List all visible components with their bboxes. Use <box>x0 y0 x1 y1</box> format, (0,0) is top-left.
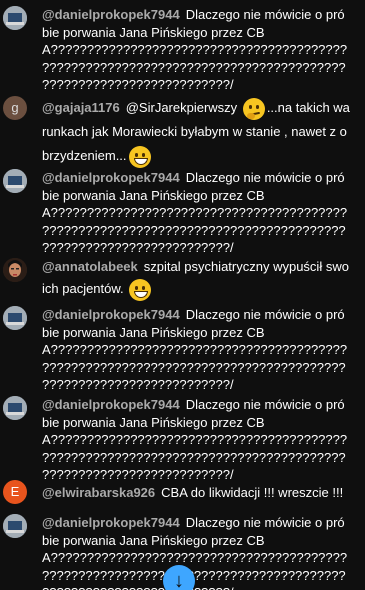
avatar-photo[interactable] <box>3 258 27 282</box>
avatar-laptop-icon[interactable] <box>3 514 27 538</box>
author-name[interactable]: @gajaja1176 <box>42 100 120 115</box>
avatar-laptop-icon[interactable] <box>3 396 27 420</box>
avatar-laptop-icon[interactable] <box>3 306 27 330</box>
author-name[interactable]: @annatolabeek <box>42 259 138 274</box>
avatar-letter: E <box>10 484 20 499</box>
avatar-laptop-icon[interactable] <box>3 6 27 30</box>
author-name[interactable]: @danielprokopek7944 <box>42 397 180 412</box>
chat-message: @danielprokopek7944 Dlaczego nie mówicie … <box>0 163 365 255</box>
message-text: @danielprokopek7944 Dlaczego nie mówicie … <box>42 6 350 94</box>
avatar-laptop-icon[interactable] <box>3 169 27 193</box>
author-name[interactable]: @danielprokopek7944 <box>42 170 180 185</box>
author-name[interactable]: @danielprokopek7944 <box>42 7 180 22</box>
message-text: @danielprokopek7944 Dlaczego nie mówicie … <box>42 396 350 484</box>
chat-message: g @gajaja1176 @SirJarekpierwszy ...na tak… <box>0 90 365 168</box>
chat-message: E @elwirabarska926 CBA do likwidacji !!! … <box>0 478 365 508</box>
author-name[interactable]: @danielprokopek7944 <box>42 515 180 530</box>
message-body-mention: @SirJarekpierwszy <box>125 100 238 115</box>
chat-message: @danielprokopek7944 Dlaczego nie mówicie … <box>0 390 365 482</box>
author-name[interactable]: @elwirabarska926 <box>42 485 155 500</box>
scroll-to-bottom-button[interactable]: ↓ <box>163 565 195 590</box>
avatar[interactable]: E <box>3 480 27 504</box>
chat-message: @danielprokopek7944 Dlaczego nie mówicie … <box>0 300 365 392</box>
chat-message: @annatolabeek szpital psychiatryczny wypu… <box>0 250 365 301</box>
thinking-face-emoji <box>242 97 265 120</box>
avatar[interactable]: g <box>3 96 27 120</box>
message-text: @danielprokopek7944 Dlaczego nie mówicie … <box>42 514 350 590</box>
live-chat-feed: @danielprokopek7944 Dlaczego nie mówicie … <box>0 0 365 590</box>
message-text: @danielprokopek7944 Dlaczego nie mówicie … <box>42 169 350 257</box>
message-text: @danielprokopek7944 Dlaczego nie mówicie … <box>42 306 350 394</box>
message-text: @gajaja1176 @SirJarekpierwszy ...na takic… <box>42 96 350 168</box>
arrow-down-icon: ↓ <box>174 570 184 590</box>
chat-message: @danielprokopek7944 Dlaczego nie mówicie … <box>0 0 365 92</box>
message-text: @annatolabeek szpital psychiatryczny wypu… <box>42 256 350 301</box>
message-text: @elwirabarska926 CBA do likwidacji !!! wr… <box>42 484 350 502</box>
author-name[interactable]: @danielprokopek7944 <box>42 307 180 322</box>
message-body: CBA do likwidacji !!! wreszcie !!! <box>161 485 344 500</box>
squinting-laugh-emoji <box>129 278 152 301</box>
avatar-letter: g <box>11 100 19 115</box>
